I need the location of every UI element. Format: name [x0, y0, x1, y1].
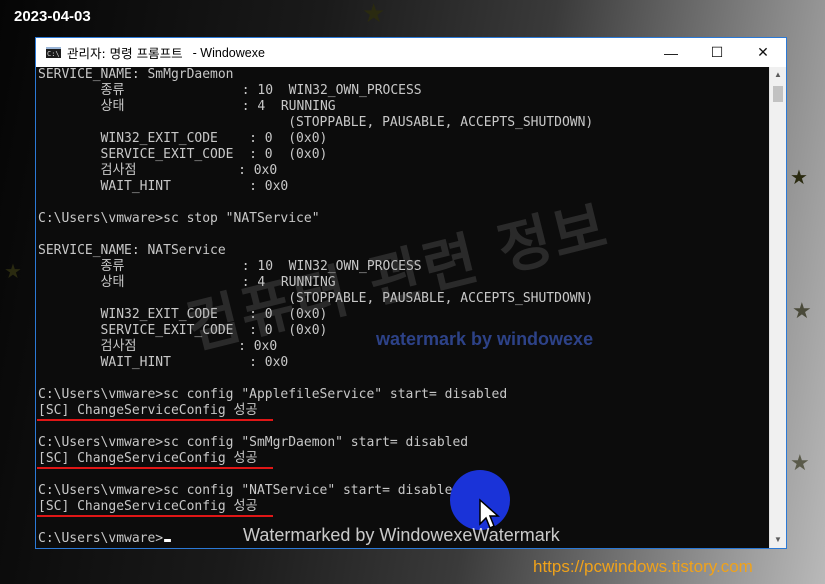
title-bar[interactable]: C:\ 관리자: 명령 프롬프트 - Windowexe — ☐ ✕: [36, 38, 786, 67]
window-title-suffix: - Windowexe: [192, 45, 265, 60]
maximize-button[interactable]: ☐: [694, 38, 740, 67]
star-decoration-icon: ★: [4, 261, 22, 283]
console-line: C:\Users\vmware>sc config "ApplefileServ…: [38, 387, 508, 402]
close-icon: ✕: [757, 44, 769, 60]
date-label: 2023-04-03: [14, 8, 91, 25]
console-line: SERVICE_EXIT_CODE : 0 (0x0): [38, 147, 328, 162]
console-line: WIN32_EXIT_CODE : 0 (0x0): [38, 131, 328, 146]
console-line: SERVICE_NAME: SmMgrDaemon: [38, 67, 234, 82]
bottom-watermark: Watermarked by WindowexeWatermark: [243, 525, 560, 545]
star-decoration-icon: ★: [362, 0, 386, 28]
console-prompt-line[interactable]: C:\Users\vmware>: [38, 531, 171, 547]
minimize-icon: —: [664, 44, 678, 61]
text-cursor: [164, 539, 171, 542]
maximize-icon: ☐: [710, 44, 724, 60]
console-line: [SC] ChangeServiceConfig 성공: [38, 451, 258, 466]
star-decoration-icon: ★: [790, 167, 808, 189]
star-decoration-icon: ★: [792, 298, 812, 323]
console-line: 검사점 : 0x0: [38, 163, 278, 178]
console-line: (STOPPABLE, PAUSABLE, ACCEPTS_SHUTDOWN): [38, 115, 594, 130]
scrollbar-thumb[interactable]: [773, 86, 783, 102]
console-line: 상태 : 4 RUNNING: [38, 99, 336, 114]
highlight-underline: [37, 467, 273, 469]
window-controls: — ☐ ✕: [648, 38, 786, 67]
console-line: C:\Users\vmware>sc stop "NATService": [38, 211, 320, 226]
console-line: WAIT_HINT : 0x0: [38, 179, 289, 194]
vertical-scrollbar[interactable]: ▲ ▼: [769, 67, 786, 548]
console-line: [SC] ChangeServiceConfig 성공: [38, 499, 258, 514]
console-line: [SC] ChangeServiceConfig 성공: [38, 403, 258, 418]
star-decoration-icon: ★: [790, 450, 810, 475]
highlight-underline: [37, 419, 273, 421]
cmd-icon: C:\: [46, 47, 61, 58]
console-prompt: C:\Users\vmware>: [38, 531, 164, 546]
console-line: WAIT_HINT : 0x0: [38, 355, 289, 370]
console-line: C:\Users\vmware>sc config "SmMgrDaemon" …: [38, 435, 469, 450]
site-url: https://pcwindows.tistory.com: [533, 557, 753, 576]
minimize-button[interactable]: —: [648, 38, 694, 67]
scroll-up-arrow-icon[interactable]: ▲: [770, 67, 786, 83]
console-line: 종류 : 10 WIN32_OWN_PROCESS: [38, 83, 422, 98]
console-line: SERVICE_NAME: NATService: [38, 243, 226, 258]
close-button[interactable]: ✕: [740, 38, 786, 67]
console-line: C:\Users\vmware>sc config "NATService" s…: [38, 483, 461, 498]
blue-watermark: watermark by windowexe: [376, 329, 594, 349]
window-title: 관리자: 명령 프롬프트: [67, 46, 183, 61]
highlight-underline: [37, 515, 273, 517]
scroll-down-arrow-icon[interactable]: ▼: [770, 532, 786, 548]
